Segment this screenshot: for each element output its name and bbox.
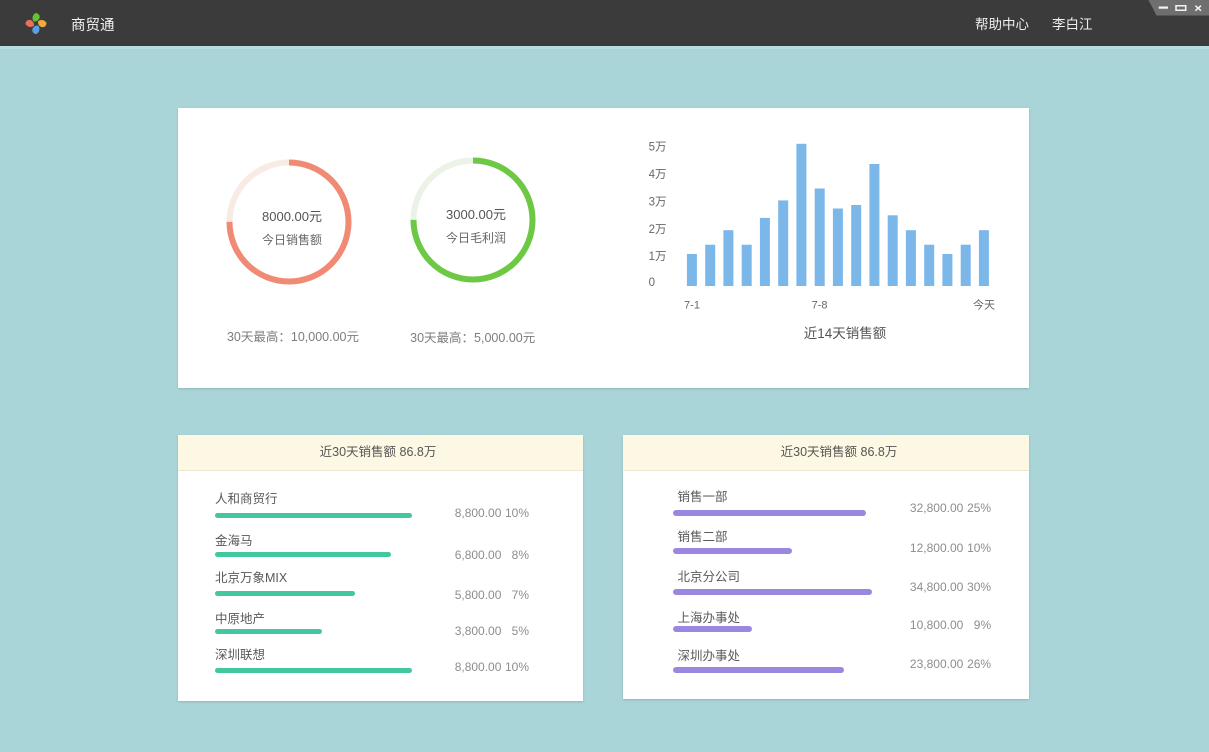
svg-text:近14天销售额: 近14天销售额: [804, 326, 887, 341]
svg-text:0: 0: [649, 277, 655, 289]
svg-text:5万: 5万: [649, 141, 667, 153]
svg-text:1万: 1万: [649, 251, 667, 263]
svg-text:7-8: 7-8: [812, 299, 828, 311]
svg-text:今天: 今天: [973, 297, 995, 311]
svg-text:7-1: 7-1: [684, 299, 700, 311]
svg-text:4万: 4万: [649, 169, 667, 181]
svg-text:3万: 3万: [649, 197, 667, 209]
svg-text:2万: 2万: [649, 224, 667, 236]
